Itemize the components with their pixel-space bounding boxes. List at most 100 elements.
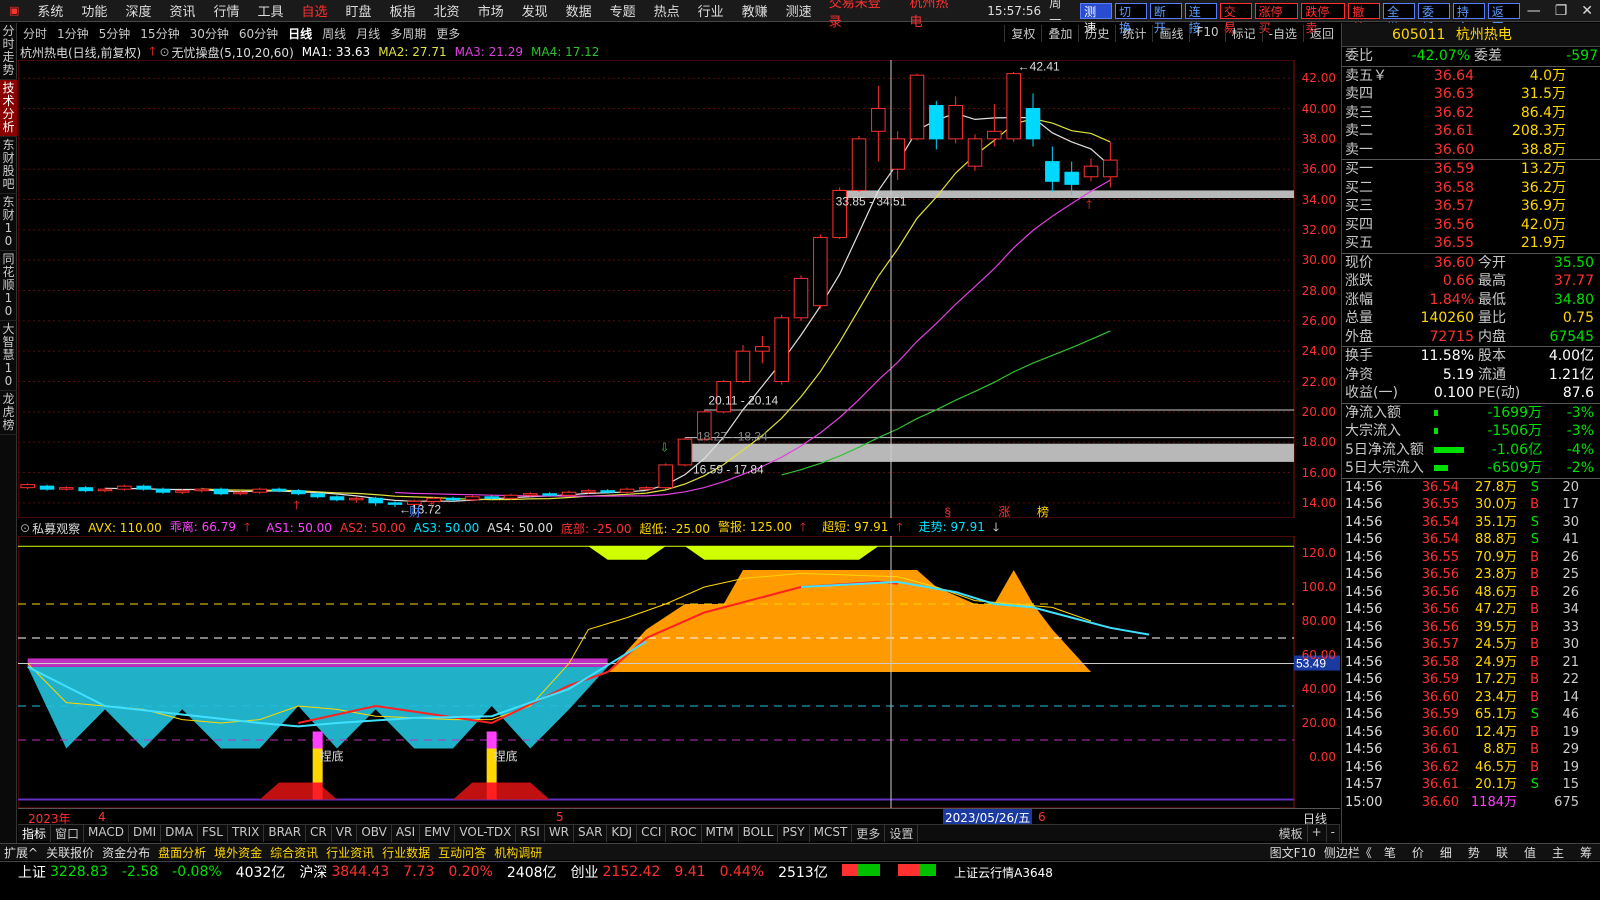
- quick-button-7[interactable]: 撤单: [1348, 2, 1381, 35]
- indicator-tab-9[interactable]: VR: [332, 824, 358, 842]
- indicator-tab-4[interactable]: DMA: [161, 824, 198, 842]
- menu2-item-1[interactable]: 板指: [381, 1, 425, 20]
- indicator-tab-22[interactable]: PSY: [778, 824, 810, 842]
- indicator-name[interactable]: 无忧操盘(5,10,20,60): [172, 44, 294, 61]
- quick-button-9[interactable]: 委托: [1418, 2, 1450, 35]
- menu-item-zixuan[interactable]: 自选: [293, 1, 337, 20]
- left-tab-0[interactable]: 分时走势: [0, 23, 17, 80]
- bottom-tab-6[interactable]: 行业资讯: [322, 844, 378, 861]
- bottom-tab-5[interactable]: 综合资讯: [266, 844, 322, 861]
- period-tab-9[interactable]: 多周期: [385, 25, 431, 42]
- indicator-tab-16[interactable]: SAR: [574, 824, 608, 842]
- indicator-tab-15[interactable]: WR: [545, 824, 575, 842]
- menu-item-4[interactable]: 行情: [204, 1, 248, 20]
- tool-3[interactable]: 统计: [1115, 24, 1152, 42]
- period-tab-4[interactable]: 30分钟: [185, 25, 234, 42]
- indicator-tab-17[interactable]: KDJ: [607, 824, 638, 842]
- period-tab-3[interactable]: 15分钟: [135, 25, 184, 42]
- cloud-status[interactable]: 上证云行情A3648: [954, 864, 1053, 881]
- tool-5[interactable]: F10: [1189, 24, 1224, 42]
- menu2-item-8[interactable]: 行业: [689, 1, 733, 20]
- quick-button-10[interactable]: 持仓: [1452, 2, 1485, 35]
- app-logo-icon[interactable]: ▣: [0, 4, 28, 17]
- close-icon[interactable]: ✕: [1574, 3, 1600, 19]
- quick-button-6[interactable]: 跌停卖: [1301, 2, 1346, 35]
- quick-button-0[interactable]: 测速: [1080, 2, 1113, 35]
- menu2-item-7[interactable]: 热点: [645, 1, 689, 20]
- indicator-tab-12[interactable]: EMV: [420, 824, 456, 842]
- menu2-item-4[interactable]: 发现: [513, 1, 557, 20]
- dropdown-icon-sub[interactable]: ⊙: [20, 521, 30, 535]
- tool-4[interactable]: 画线: [1152, 24, 1189, 42]
- period-tab-5[interactable]: 60分钟: [234, 25, 283, 42]
- indicator-tab-18[interactable]: CCI: [637, 824, 667, 842]
- dropdown-icon[interactable]: ⊙: [159, 45, 169, 59]
- menu-item-0[interactable]: 系统: [28, 1, 72, 20]
- bottom-tab-4[interactable]: 境外资金: [210, 844, 266, 861]
- bottom-right-8[interactable]: 主: [1544, 844, 1572, 861]
- left-tab-4[interactable]: 同花顺10: [0, 251, 17, 321]
- menu-item-5[interactable]: 工具: [248, 1, 292, 20]
- tool-7[interactable]: -自选: [1261, 24, 1303, 42]
- bottom-right-3[interactable]: 价: [1404, 844, 1432, 861]
- quick-button-2[interactable]: 断开: [1149, 2, 1182, 35]
- left-tab-3[interactable]: 东财10: [0, 194, 17, 251]
- bottom-tab-3[interactable]: 盘面分析: [154, 844, 210, 861]
- bottom-tab-7[interactable]: 行业数据: [378, 844, 434, 861]
- period-tab-2[interactable]: 5分钟: [94, 25, 136, 42]
- bottom-tab-2[interactable]: 资金分布: [98, 844, 154, 861]
- indicator-right-0[interactable]: 模板: [1275, 824, 1308, 842]
- indicator-tab-11[interactable]: ASI: [392, 824, 421, 842]
- quick-button-11[interactable]: 返回: [1487, 2, 1520, 35]
- indicator-tab-3[interactable]: DMI: [129, 824, 162, 842]
- left-tab-1[interactable]: 技术分析: [0, 80, 17, 137]
- tick-list[interactable]: 14:56 36.54 27.8万 S 20 14:56 36.55 30.0万 B 17 14:5…: [1342, 479, 1600, 812]
- period-tab-10[interactable]: 更多: [431, 25, 465, 42]
- bottom-right-7[interactable]: 值: [1516, 844, 1544, 861]
- indicator-tab-24[interactable]: 更多: [852, 824, 886, 842]
- indicator-tab-19[interactable]: ROC: [666, 824, 702, 842]
- bottom-right-4[interactable]: 细: [1432, 844, 1460, 861]
- indicator-tab-21[interactable]: BOLL: [739, 824, 779, 842]
- period-tab-1[interactable]: 1分钟: [52, 25, 94, 42]
- indicator-right-2[interactable]: -: [1327, 824, 1340, 842]
- menu2-item-9[interactable]: 教赚: [733, 1, 777, 20]
- period-tab-7[interactable]: 周线: [317, 25, 351, 42]
- indicator-tab-0[interactable]: 指标: [18, 824, 52, 842]
- quick-button-8[interactable]: 全撤: [1383, 2, 1416, 35]
- indicator-tab-8[interactable]: CR: [306, 824, 332, 842]
- indicator-right-1[interactable]: +: [1308, 824, 1327, 842]
- indicator-tab-7[interactable]: BRAR: [264, 824, 307, 842]
- period-tab-6[interactable]: 日线: [283, 25, 317, 42]
- left-tab-5[interactable]: 大智慧10: [0, 321, 17, 391]
- bottom-right-5[interactable]: 势: [1460, 844, 1488, 861]
- indicator-tab-25[interactable]: 设置: [885, 824, 919, 842]
- bottom-tab-8[interactable]: 互动问答: [434, 844, 490, 861]
- menu-item-1[interactable]: 功能: [72, 1, 116, 20]
- menu2-item-2[interactable]: 北资: [425, 1, 469, 20]
- bottom-tab-9[interactable]: 机构调研: [490, 844, 546, 861]
- menu-item-2[interactable]: 深度: [116, 1, 160, 20]
- quick-button-3[interactable]: 连接: [1184, 2, 1217, 35]
- indicator-tab-5[interactable]: FSL: [198, 824, 228, 842]
- bottom-right-6[interactable]: 联: [1488, 844, 1516, 861]
- bottom-tab-0[interactable]: 扩展^: [0, 844, 42, 861]
- indicator-tab-13[interactable]: VOL-TDX: [455, 824, 517, 842]
- minimize-icon[interactable]: —: [1520, 3, 1548, 19]
- indicator-tab-10[interactable]: OBV: [357, 824, 392, 842]
- bottom-right-2[interactable]: 笔: [1376, 844, 1404, 861]
- menu2-item-5[interactable]: 数据: [557, 1, 601, 20]
- menu2-item-6[interactable]: 专题: [601, 1, 645, 20]
- sub-indicator-chart[interactable]: 捏底 捏底53.49: [18, 536, 1340, 808]
- tool-1[interactable]: 叠加: [1041, 24, 1078, 42]
- indicator-tab-14[interactable]: RSI: [516, 824, 545, 842]
- bottom-right-0[interactable]: 图文F10: [1266, 844, 1320, 861]
- bottom-tab-1[interactable]: 关联报价: [42, 844, 98, 861]
- bottom-right-9[interactable]: 筹: [1572, 844, 1600, 861]
- tool-8[interactable]: 返回: [1302, 24, 1340, 42]
- bottom-right-1[interactable]: 侧边栏《: [1320, 844, 1376, 861]
- indicator-tab-2[interactable]: MACD: [84, 824, 130, 842]
- indicator-tab-23[interactable]: MCST: [810, 824, 853, 842]
- tool-6[interactable]: 标记: [1224, 24, 1262, 42]
- menu2-item-10[interactable]: 测速: [777, 1, 821, 20]
